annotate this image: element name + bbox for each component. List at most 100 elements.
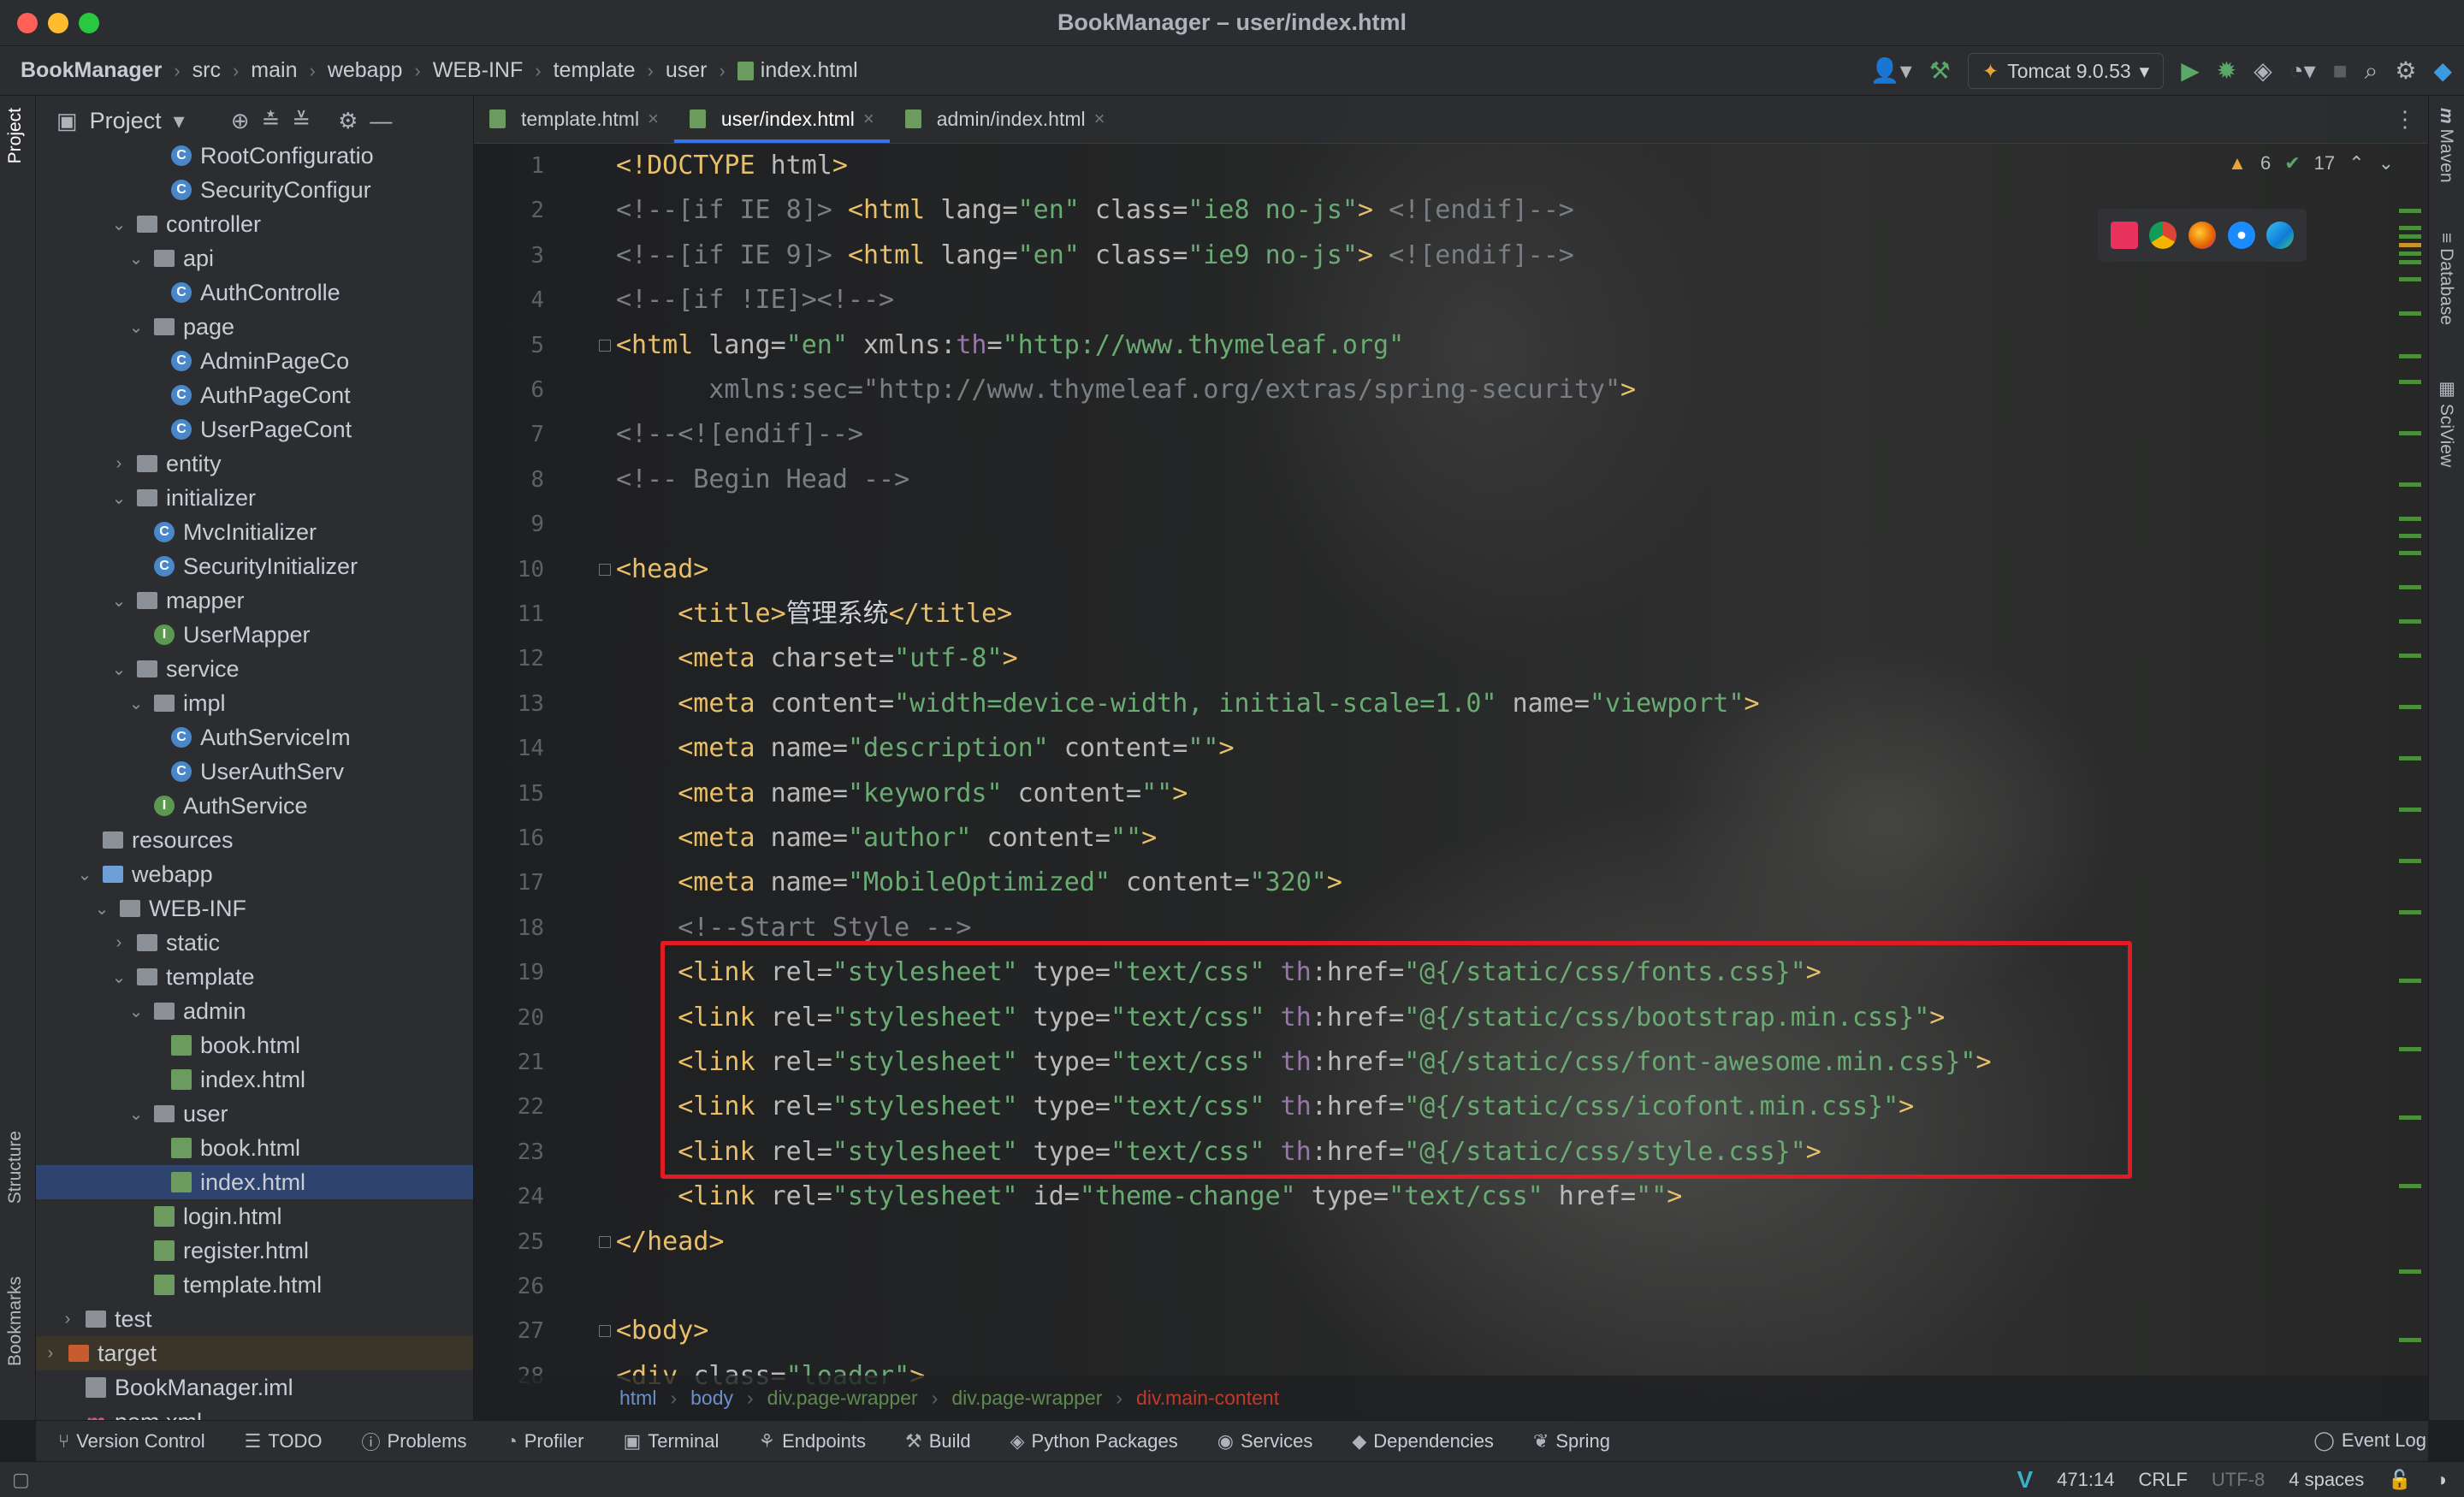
- chevron-down-icon[interactable]: ⌄: [127, 1104, 145, 1125]
- toggle-tool-windows-icon[interactable]: ▢: [12, 1469, 30, 1491]
- line-separator[interactable]: CRLF: [2138, 1469, 2187, 1491]
- code-line[interactable]: <head>: [616, 547, 708, 592]
- tree-node[interactable]: index.html: [36, 1165, 473, 1199]
- run-icon[interactable]: ▶: [2181, 59, 2200, 83]
- tree-node[interactable]: I UserMapper: [36, 618, 473, 652]
- tree-node[interactable]: login.html: [36, 1199, 473, 1234]
- code-line[interactable]: <!--[if !IE]><!-->: [616, 278, 894, 322]
- tab-admin-index-html[interactable]: admin/index.html ×: [890, 96, 1121, 143]
- scrollbar-marker[interactable]: [2399, 482, 2421, 487]
- debug-icon[interactable]: ✹: [2217, 59, 2236, 83]
- scrollbar-marker[interactable]: [2399, 234, 2421, 239]
- scrollbar-marker[interactable]: [2399, 910, 2421, 914]
- breadcrumb-item[interactable]: user: [666, 58, 708, 83]
- code-line[interactable]: <meta name="author" content="">: [616, 816, 1157, 861]
- run-configuration-select[interactable]: ✦ Tomcat 9.0.53 ▾: [1967, 53, 2165, 89]
- scrollbar-marker[interactable]: [2399, 1338, 2421, 1342]
- scrollbar-marker[interactable]: [2399, 808, 2421, 812]
- tree-node[interactable]: C AuthPageCont: [36, 378, 473, 412]
- tool-window-version-control[interactable]: ⑂ Version Control: [58, 1430, 205, 1453]
- tree-node[interactable]: C UserPageCont: [36, 412, 473, 447]
- tool-window-dependencies[interactable]: ◆ Dependencies: [1352, 1430, 1494, 1453]
- code-line[interactable]: <meta charset="utf-8">: [616, 636, 1017, 681]
- tree-node[interactable]: C AdminPageCo: [36, 344, 473, 378]
- scrollbar-marker[interactable]: [2399, 209, 2421, 213]
- scrollbar-marker[interactable]: [2399, 517, 2421, 521]
- gear-icon[interactable]: ⚙: [2395, 59, 2416, 83]
- code-line[interactable]: <meta content="width=device-width, initi…: [616, 682, 1759, 726]
- tool-tab-bookmarks[interactable]: Bookmarks: [5, 1276, 26, 1366]
- tree-node[interactable]: ⌄ controller: [36, 207, 473, 241]
- breadcrumb-item[interactable]: template: [554, 58, 636, 83]
- tool-window-endpoints[interactable]: ⚘ Endpoints: [758, 1430, 866, 1453]
- scrollbar-marker[interactable]: [2399, 226, 2421, 230]
- collapse-all-icon[interactable]: ≚: [292, 108, 311, 134]
- tool-tab-maven[interactable]: m Maven: [2436, 108, 2456, 183]
- tree-node[interactable]: ⌄ api: [36, 241, 473, 275]
- tree-node[interactable]: C UserAuthServ: [36, 754, 473, 789]
- chevron-down-icon[interactable]: ⌄: [75, 864, 94, 885]
- tree-node[interactable]: ⌄ initializer: [36, 481, 473, 515]
- tree-node[interactable]: ⌄ impl: [36, 686, 473, 720]
- code-line[interactable]: <meta name="description" content="">: [616, 726, 1234, 771]
- scrollbar-marker[interactable]: [2399, 1184, 2421, 1188]
- memory-indicator-icon[interactable]: ◑: [2436, 1469, 2447, 1491]
- tree-node[interactable]: ⌄ service: [36, 652, 473, 686]
- scrollbar-marker[interactable]: [2399, 585, 2421, 589]
- code-line[interactable]: <html lang="en" xmlns:th="http://www.thy…: [616, 323, 1404, 368]
- fold-marker-icon[interactable]: [599, 1235, 611, 1248]
- code-breadcrumb-item[interactable]: div.page-wrapper: [767, 1387, 918, 1410]
- scrollbar-marker[interactable]: [2399, 551, 2421, 555]
- scrollbar-marker[interactable]: [2399, 859, 2421, 863]
- event-log-button[interactable]: ◯ Event Log: [2313, 1420, 2426, 1461]
- chevron-right-icon[interactable]: ›: [41, 1344, 60, 1364]
- minimize-window-button[interactable]: [48, 13, 68, 33]
- caret-position[interactable]: 471:14: [2057, 1469, 2114, 1491]
- fold-marker-icon[interactable]: [599, 1325, 611, 1338]
- scrollbar-marker[interactable]: [2399, 260, 2421, 264]
- indent-setting[interactable]: 4 spaces: [2289, 1469, 2364, 1491]
- account-icon[interactable]: 👤▾: [1870, 59, 1912, 83]
- code-line[interactable]: <meta name="keywords" content="">: [616, 772, 1188, 816]
- tree-node[interactable]: › static: [36, 926, 473, 960]
- tool-tab-database[interactable]: ≡ Database: [2436, 233, 2456, 325]
- tree-node[interactable]: ⌄ template: [36, 960, 473, 994]
- more-tabs-icon[interactable]: ⋮: [2394, 106, 2416, 133]
- tree-node[interactable]: resources: [36, 823, 473, 857]
- tree-node[interactable]: template.html: [36, 1268, 473, 1302]
- chevron-down-icon[interactable]: ⌄: [110, 967, 128, 988]
- chevron-right-icon[interactable]: ›: [110, 454, 128, 474]
- tree-node[interactable]: book.html: [36, 1028, 473, 1062]
- scrollbar-marker[interactable]: [2399, 354, 2421, 358]
- chevron-down-icon[interactable]: ⌄: [127, 1001, 145, 1022]
- tree-node[interactable]: ⌄ page: [36, 310, 473, 344]
- tree-node[interactable]: m pom.xml: [36, 1405, 473, 1421]
- chevron-down-icon[interactable]: ⌄: [127, 248, 145, 269]
- tree-node[interactable]: BookManager.iml: [36, 1370, 473, 1405]
- chevron-right-icon[interactable]: ›: [58, 1310, 77, 1329]
- scrollbar-marker[interactable]: [2399, 1115, 2421, 1120]
- chevron-down-icon[interactable]: ⌄: [127, 317, 145, 338]
- gear-icon[interactable]: ⚙: [338, 108, 358, 134]
- hide-icon[interactable]: —: [370, 108, 392, 134]
- stop-icon[interactable]: ■: [2333, 59, 2348, 83]
- close-window-button[interactable]: [17, 13, 38, 33]
- tree-node[interactable]: C SecurityInitializer: [36, 549, 473, 583]
- scrollbar-marker[interactable]: [2399, 311, 2421, 316]
- chevron-down-icon[interactable]: ⌄: [92, 898, 111, 920]
- tree-node[interactable]: C AuthServiceIm: [36, 720, 473, 754]
- code-area[interactable]: <!DOCTYPE html> <!--[if IE 8]> <html lang…: [616, 144, 2396, 1391]
- breadcrumb-item-current[interactable]: index.html: [737, 58, 858, 83]
- tool-tab-structure[interactable]: Structure: [5, 1131, 26, 1204]
- tree-node[interactable]: C AuthControlle: [36, 275, 473, 310]
- close-icon[interactable]: ×: [863, 108, 874, 130]
- code-line[interactable]: xmlns:sec="http://www.thymeleaf.org/extr…: [616, 368, 1636, 412]
- scrollbar-marker[interactable]: [2399, 431, 2421, 435]
- tab-user-index-html[interactable]: user/index.html ×: [673, 96, 890, 143]
- code-line[interactable]: <!--<![endif]-->: [616, 412, 863, 457]
- tree-node[interactable]: register.html: [36, 1234, 473, 1268]
- breadcrumb-item[interactable]: main: [251, 58, 297, 83]
- breadcrumb-item[interactable]: webapp: [328, 58, 403, 83]
- tree-node[interactable]: › test: [36, 1302, 473, 1336]
- scrollbar-marker[interactable]: [2399, 277, 2421, 281]
